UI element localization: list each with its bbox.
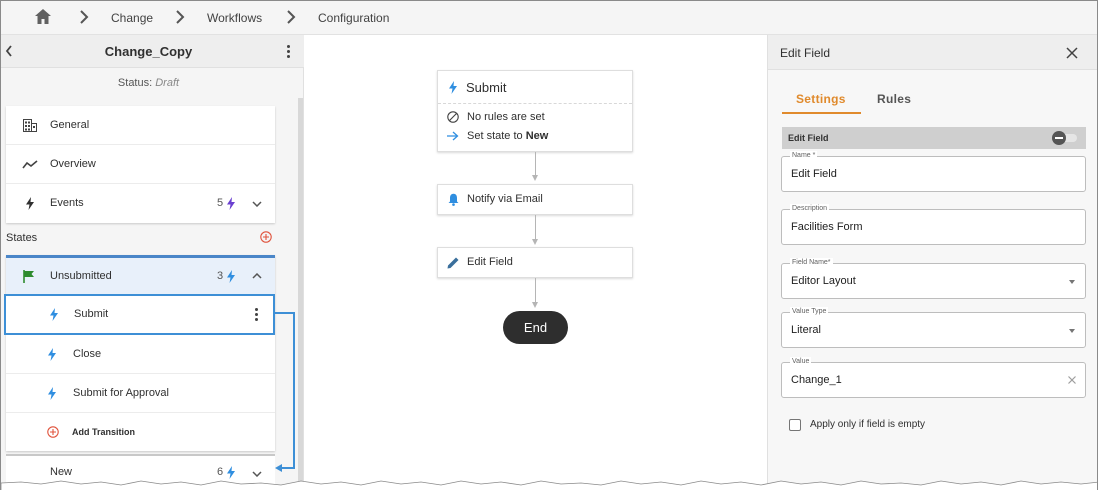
home-icon[interactable] [34,8,52,25]
flag-icon [23,270,34,283]
dropdown-caret-icon [1069,280,1075,284]
pencil-icon [447,257,459,269]
workflow-name: Change_Copy [104,44,193,59]
node-end[interactable]: End [503,311,568,344]
node-title: Submit [466,80,507,95]
node-state-text: Set state to New [467,130,549,142]
transition-row-submit[interactable]: Submit [4,294,275,335]
nav-item-general[interactable]: General [6,106,275,145]
chevron-right-icon [287,10,296,24]
node-divider [438,103,632,104]
block-icon [447,111,459,123]
panel-title: Edit Field [780,46,831,60]
clear-icon[interactable] [1067,375,1077,385]
workflow-status: Status: Draft [117,77,180,89]
transition-connector [293,313,295,469]
arrow-left-icon [275,464,282,472]
sidebar-scrollbar[interactable] [298,98,303,490]
chevron-down-icon[interactable] [252,201,262,207]
tab-settings[interactable]: Settings [796,92,846,106]
add-circle-icon [47,426,59,438]
bolt-icon [50,308,58,321]
bolt-icon [26,197,34,210]
app-frame: Change Workflows Configuration Change_Co… [0,0,1098,490]
transition-label: Submit for Approval [73,387,169,399]
add-transition-button[interactable]: Add Transition [6,413,275,452]
transition-connector [275,312,295,314]
state-count: 3 [217,270,224,282]
description-field[interactable]: Description Facilities Form [781,204,1086,245]
breadcrumb-configuration: Configuration [318,11,390,25]
toggle-knob[interactable] [1052,131,1066,145]
breadcrumb: Change Workflows Configuration [1,1,1097,35]
status-value: Draft [155,77,180,89]
building-icon [23,119,37,132]
trend-line-icon [22,160,38,169]
arrow-right-icon [447,131,459,141]
node-edit-field[interactable]: Edit Field [437,247,633,278]
nav-item-overview[interactable]: Overview [6,145,275,184]
state-card-unsubmitted: Unsubmitted 3 Submit Close Submit for Ap… [4,255,275,452]
chevron-right-icon [176,10,185,24]
states-heading: States [6,232,38,244]
bolt-icon [227,270,235,283]
node-rule-text: No rules are set [467,111,545,123]
node-notify-email[interactable]: Notify via Email [437,184,633,215]
workflow-sidebar: Change_Copy Status: Draft General Overvi… [1,35,304,490]
nav-item-events[interactable]: Events 5 [6,184,275,223]
torn-edge [1,480,1097,490]
checkbox-label: Apply only if field is empty [810,419,926,430]
workflow-canvas: Submit No rules are set Set state to New… [305,35,767,490]
transition-label: Close [73,348,102,360]
bolt-icon [48,348,56,361]
tab-rules[interactable]: Rules [877,92,911,106]
arrow-down-icon [532,175,538,181]
active-tab-indicator [782,112,861,114]
edit-field-panel: Edit Field Settings Rules Edit Field Nam… [767,35,1097,490]
transition-row-close[interactable]: Close [6,335,275,374]
bell-icon [448,193,459,206]
breadcrumb-change[interactable]: Change [111,11,153,25]
close-icon[interactable] [1066,47,1078,59]
transition-row-submit-for-approval[interactable]: Submit for Approval [6,374,275,413]
node-title: Edit Field [467,256,513,268]
flow-connector [535,215,536,240]
more-vert-icon[interactable] [286,45,290,59]
value-field[interactable]: Value Change_1 [781,357,1086,398]
breadcrumb-workflows[interactable]: Workflows [207,11,262,25]
bolt-icon [227,197,235,210]
add-state-icon[interactable] [260,231,272,243]
workflow-header: Change_Copy [1,35,304,68]
value-type-select[interactable]: Value Type Literal [781,307,1086,348]
bolt-icon [48,387,56,400]
flow-connector [535,152,536,176]
panel-header: Edit Field [768,35,1097,70]
transition-connector [281,467,295,469]
node-title: Notify via Email [467,193,543,205]
bolt-icon [449,81,457,94]
events-count: 5 [217,197,224,209]
nav-card: General Overview Events 5 [6,106,275,223]
state-header-unsubmitted[interactable]: Unsubmitted 3 [6,258,275,294]
arrow-down-icon [532,302,538,308]
chevron-up-icon[interactable] [252,273,262,279]
node-submit[interactable]: Submit No rules are set Set state to New [437,70,633,152]
flow-connector [535,278,536,303]
more-vert-icon[interactable] [254,308,258,322]
section-header: Edit Field [782,127,1086,149]
chevron-right-icon [80,10,89,24]
dropdown-caret-icon [1069,329,1075,333]
apply-if-empty-checkbox[interactable] [789,419,801,431]
name-field[interactable]: Name * Edit Field [781,151,1086,192]
state-label: Unsubmitted [50,270,112,282]
field-name-select[interactable]: Field Name* Editor Layout [781,258,1086,299]
arrow-down-icon [532,239,538,245]
transition-label: Submit [74,308,109,320]
